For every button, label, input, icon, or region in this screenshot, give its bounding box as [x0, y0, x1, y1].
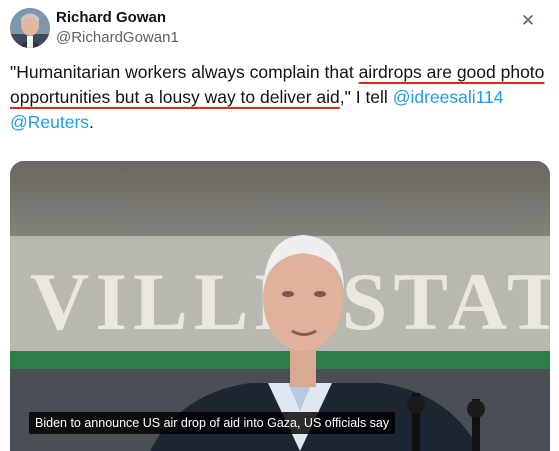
close-icon: ✕ [520, 11, 536, 30]
avatar[interactable] [10, 8, 50, 48]
tweet-text: "Humanitarian workers always complain th… [10, 60, 548, 135]
tweet-text-before: "Humanitarian workers always complain th… [10, 62, 359, 82]
author-handle[interactable]: @RichardGowan1 [56, 29, 179, 46]
media-image[interactable]: VILLE STAT Biden to announce US air drop… [10, 161, 550, 451]
mention-reuters[interactable]: @Reuters [10, 112, 89, 132]
tweet-text-middle: ," I tell [339, 87, 393, 107]
avatar-photo [10, 8, 50, 48]
tweet-text-end: . [89, 112, 94, 132]
close-button[interactable]: ✕ [515, 8, 541, 34]
tweet-highlight-1: airdrops are good photo [358, 62, 545, 82]
mention-idreesali114[interactable]: @idreesali114 [393, 87, 504, 107]
tweet-highlight-2: opportunities but a lousy way to deliver… [10, 87, 340, 107]
author-display-name[interactable]: Richard Gowan [56, 9, 166, 26]
media-photo: VILLE STAT [10, 161, 550, 451]
media-caption: Biden to announce US air drop of aid int… [29, 412, 396, 434]
